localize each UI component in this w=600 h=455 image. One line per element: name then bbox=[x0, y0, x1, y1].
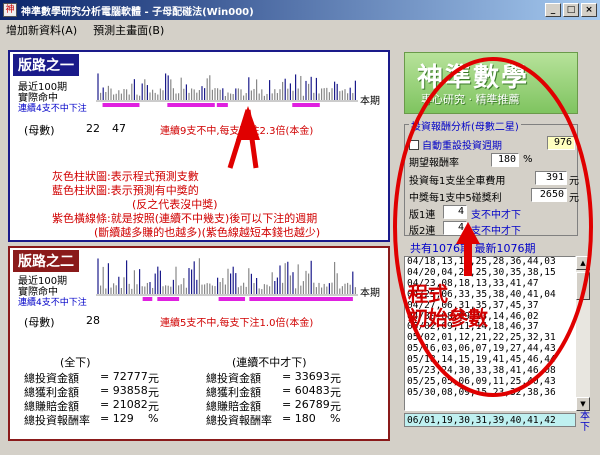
arrow-head-icon bbox=[456, 222, 480, 244]
annotation-circle bbox=[393, 57, 593, 397]
annotation-overlay bbox=[227, 57, 593, 397]
arrow-head-icon bbox=[236, 106, 260, 140]
annotation-line1: 程式 bbox=[408, 282, 448, 306]
annotation-line2: 初始參數 bbox=[408, 306, 488, 330]
